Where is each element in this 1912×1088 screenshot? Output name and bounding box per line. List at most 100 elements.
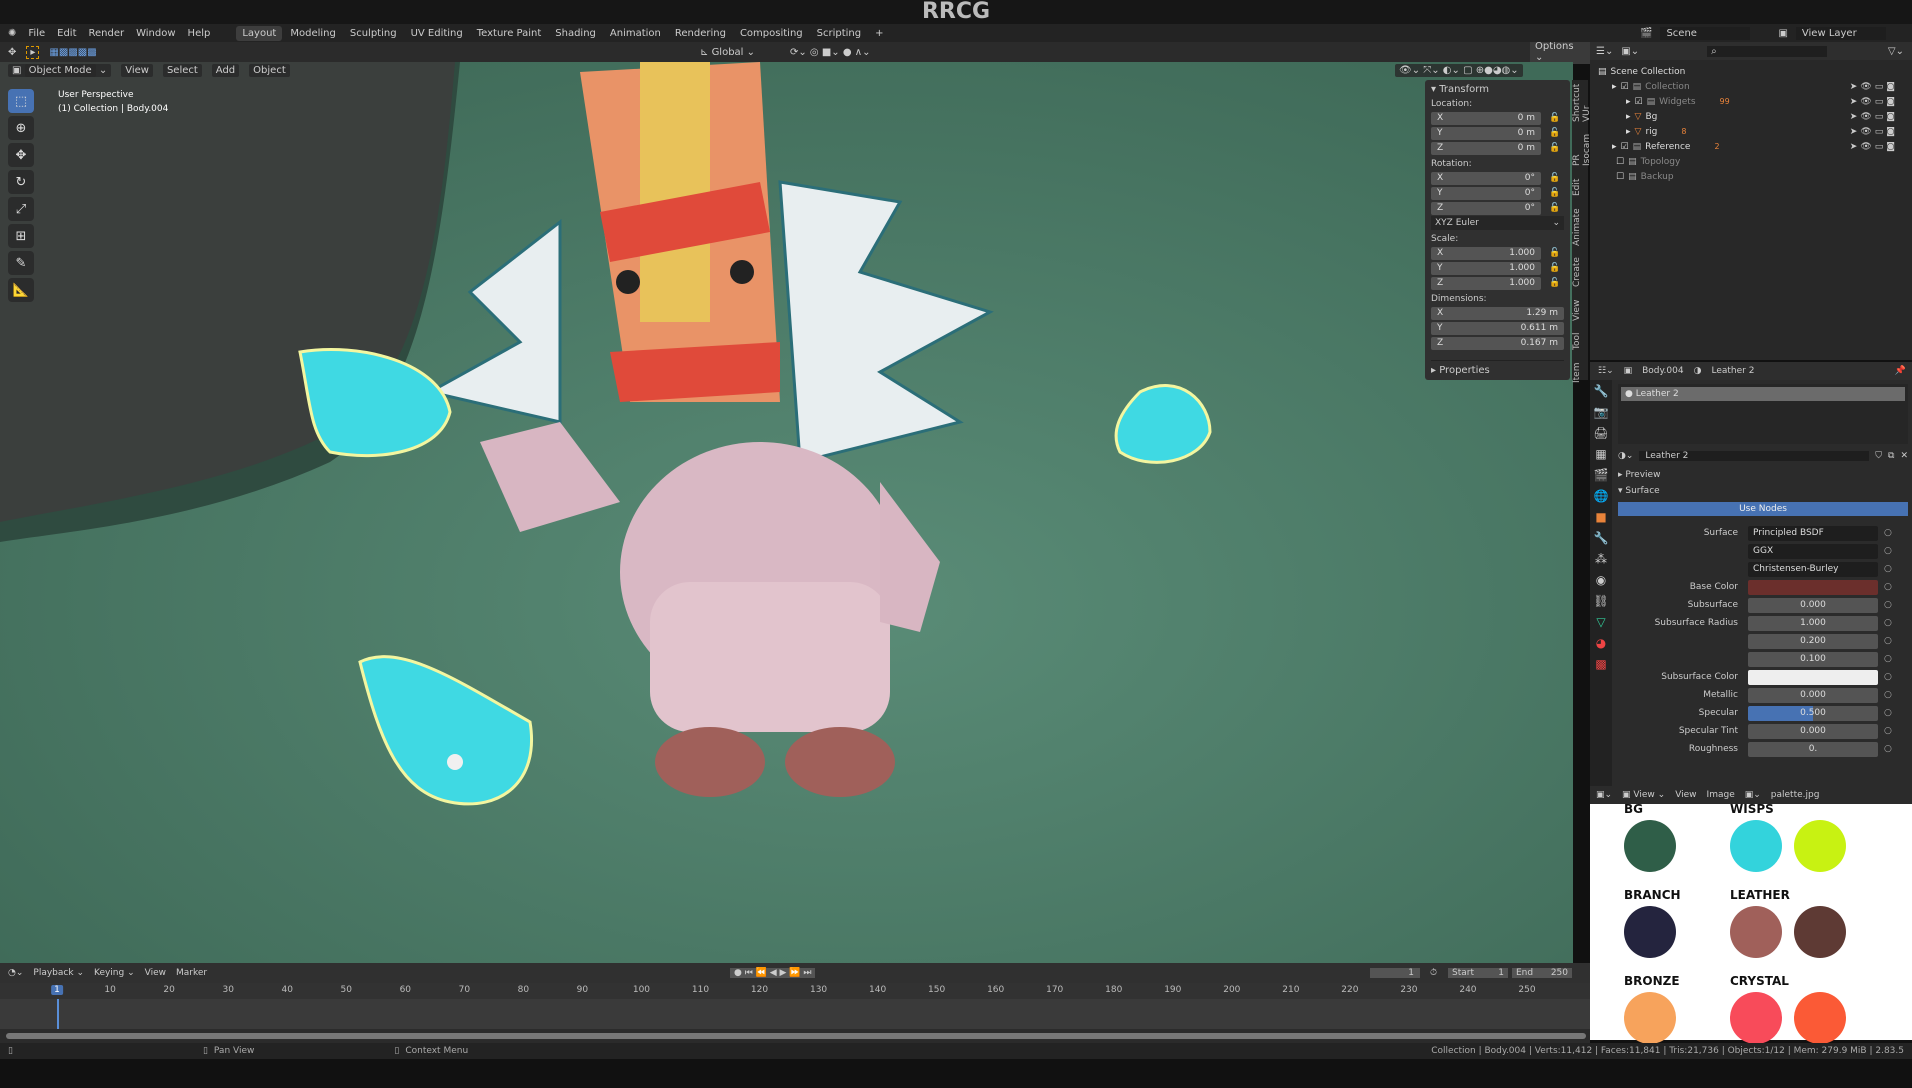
blender-logo-icon[interactable]: ✺: [8, 28, 16, 39]
rotation-y-field[interactable]: Y 0°: [1431, 186, 1541, 200]
property-field[interactable]: GGX: [1748, 543, 1878, 559]
stopwatch-icon[interactable]: ⏱: [1430, 968, 1437, 978]
property-field[interactable]: 0.000: [1748, 687, 1878, 703]
lock-icon[interactable]: 🔓: [1549, 263, 1560, 273]
lock-icon[interactable]: 🔓: [1549, 248, 1560, 258]
workspace-tab[interactable]: Compositing: [734, 26, 809, 41]
editor-type-icon[interactable]: ▣⌄: [1596, 790, 1612, 800]
sidebar-tab[interactable]: Edit: [1572, 178, 1588, 195]
property-field[interactable]: 0.000: [1748, 723, 1878, 739]
socket-icon[interactable]: ○: [1884, 708, 1892, 718]
viewport-menu-object[interactable]: Object: [249, 63, 290, 77]
expand-icon[interactable]: ▸: [1612, 142, 1617, 152]
pin-icon[interactable]: 📌: [1895, 366, 1906, 376]
image-menu[interactable]: Image: [1707, 790, 1735, 800]
output-tab-icon[interactable]: 🖨: [1593, 426, 1608, 440]
socket-icon[interactable]: ○: [1884, 600, 1892, 610]
rotation-mode-dropdown[interactable]: XYZ Euler ⌄: [1431, 216, 1564, 230]
property-field[interactable]: 0.100: [1748, 651, 1878, 667]
socket-icon[interactable]: ○: [1884, 582, 1892, 592]
timeline-view-menu[interactable]: View: [145, 968, 166, 978]
transform-header[interactable]: ▾ Transform: [1431, 84, 1564, 95]
cursor-icon[interactable]: ⊕: [8, 116, 34, 140]
workspace-tab[interactable]: Animation: [604, 26, 667, 41]
frame-ruler[interactable]: 1 10 20 30 40 50 60 70 80 90 100 110 120 130 140 150 160…: [0, 983, 1590, 999]
view-menu[interactable]: View: [1675, 790, 1696, 800]
lock-icon[interactable]: 🔓: [1549, 113, 1560, 123]
socket-icon[interactable]: ○: [1884, 726, 1892, 736]
menu-render[interactable]: Render: [89, 28, 125, 39]
rotation-x-field[interactable]: X 0°: [1431, 171, 1541, 185]
viewport-menu-select[interactable]: Select: [162, 63, 202, 77]
property-field[interactable]: 0.500: [1748, 705, 1878, 721]
workspace-tab[interactable]: UV Editing: [405, 26, 469, 41]
expand-icon[interactable]: ▸: [1626, 112, 1631, 122]
exclude-checkbox[interactable]: ☑: [1621, 142, 1629, 152]
viewport-menu-add[interactable]: Add: [211, 63, 240, 77]
duplicate-icon[interactable]: ⧉: [1888, 451, 1894, 461]
socket-icon[interactable]: ○: [1884, 744, 1892, 754]
breadcrumb-material[interactable]: Leather 2: [1711, 366, 1754, 376]
measure-icon[interactable]: 📐: [8, 278, 34, 302]
scale-y-field[interactable]: Y 1.000: [1431, 261, 1541, 275]
visibility-icons[interactable]: ➤👁▭◙: [1850, 142, 1898, 152]
dimensions-y-field[interactable]: Y 0.611 m: [1431, 321, 1564, 335]
surface-section[interactable]: ▾ Surface: [1618, 486, 1908, 496]
lock-icon[interactable]: 🔓: [1549, 143, 1560, 153]
menu-window[interactable]: Window: [136, 28, 175, 39]
orientation-dropdown[interactable]: ⊾ Global ⌄: [700, 47, 755, 58]
image-browse-icon[interactable]: ▣⌄: [1745, 790, 1761, 800]
world-tab-icon[interactable]: 🌐: [1594, 489, 1609, 503]
display-mode-icon[interactable]: ☰⌄: [1596, 46, 1613, 57]
location-y-field[interactable]: Y 0 m: [1431, 126, 1541, 140]
lock-icon[interactable]: 🔓: [1549, 173, 1560, 183]
outliner-item[interactable]: ▸ ☑ ▤ Reference 2 ➤👁▭◙: [1598, 139, 1904, 154]
outliner-item[interactable]: ▸ ▽ Bg ➤👁▭◙: [1598, 109, 1904, 124]
move-icon[interactable]: ✥: [8, 143, 34, 167]
material-browse-icon[interactable]: ◑⌄: [1618, 451, 1633, 461]
expand-icon[interactable]: ▸: [1626, 127, 1631, 137]
options-dropdown[interactable]: Options ⌄: [1530, 40, 1590, 64]
viewport-menu-view[interactable]: View: [121, 63, 153, 77]
3d-viewport[interactable]: ▣ Object Mode ⌄ View Select Add Object 👁…: [0, 62, 1573, 963]
lock-icon[interactable]: 🔓: [1549, 188, 1560, 198]
snapping-icons[interactable]: ⟳⌄ ◎ ■⌄ ● ∧⌄: [790, 47, 870, 58]
lock-icon[interactable]: 🔓: [1549, 278, 1560, 288]
socket-icon[interactable]: ○: [1884, 528, 1892, 538]
property-field[interactable]: 1.000: [1748, 615, 1878, 631]
transform-icon[interactable]: ⊞: [8, 224, 34, 248]
current-frame-field[interactable]: 1: [1370, 968, 1420, 978]
render-tab-icon[interactable]: 📷: [1594, 405, 1609, 419]
exclude-checkbox[interactable]: ☑: [1621, 82, 1629, 92]
socket-icon[interactable]: ○: [1884, 672, 1892, 682]
scale-z-field[interactable]: Z 1.000: [1431, 276, 1541, 290]
scale-icon[interactable]: ⤢: [8, 197, 34, 221]
outliner-item[interactable]: ☐ ▤ Backup: [1598, 169, 1904, 184]
location-z-field[interactable]: Z 0 m: [1431, 141, 1541, 155]
scene-collection-row[interactable]: ▤ Scene Collection: [1598, 64, 1904, 79]
workspace-tab[interactable]: Shading: [549, 26, 602, 41]
timeline-scrollbar[interactable]: [6, 1033, 1586, 1039]
visibility-icons[interactable]: ➤👁▭◙: [1850, 82, 1898, 92]
dimensions-z-field[interactable]: Z 0.167 m: [1431, 336, 1564, 350]
property-field[interactable]: 0.000: [1748, 597, 1878, 613]
outliner-item[interactable]: ☐ ▤ Topology: [1598, 154, 1904, 169]
menu-file[interactable]: File: [28, 28, 45, 39]
image-name-field[interactable]: palette.jpg: [1771, 790, 1820, 800]
timeline-body[interactable]: [0, 999, 1590, 1029]
keying-menu[interactable]: Keying ⌄: [94, 968, 135, 978]
visibility-icons[interactable]: ➤👁▭◙: [1850, 97, 1898, 107]
annotate-icon[interactable]: ✎: [8, 251, 34, 275]
preview-section[interactable]: ▸ Preview: [1618, 470, 1908, 480]
sidebar-tab[interactable]: Animate: [1572, 208, 1588, 246]
lock-icon[interactable]: 🔓: [1549, 128, 1560, 138]
socket-icon[interactable]: ○: [1884, 564, 1892, 574]
property-field[interactable]: [1748, 669, 1878, 685]
outliner-search[interactable]: ⌕: [1707, 45, 1828, 57]
playhead[interactable]: [57, 999, 59, 1029]
scene-icon[interactable]: 🎬: [1640, 28, 1652, 39]
shading-mode-icons[interactable]: 👁⌄ ⤧⌄ ◐⌄ ▢ ⊕●◕◍⌄: [1395, 63, 1523, 77]
socket-icon[interactable]: ○: [1884, 636, 1892, 646]
scene-selector[interactable]: Scene: [1660, 26, 1751, 40]
transform-pivot-icon[interactable]: ✥: [8, 47, 16, 58]
